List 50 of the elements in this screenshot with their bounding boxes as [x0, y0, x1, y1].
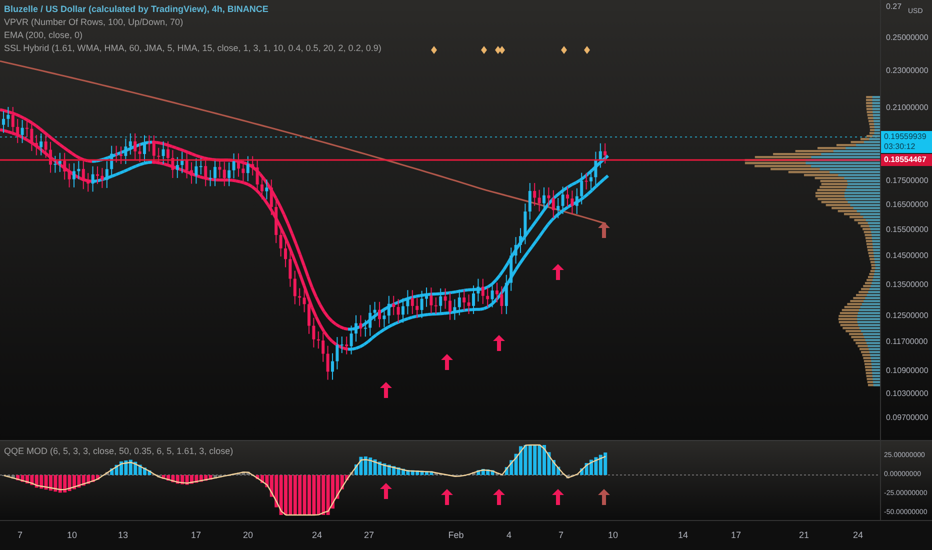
up-arrow-icon	[598, 222, 610, 238]
price-label: 0.13500000	[886, 280, 928, 290]
up-arrow-icon	[493, 335, 505, 351]
time-label: 10	[608, 530, 618, 541]
time-label: 13	[118, 530, 128, 541]
time-label: 7	[558, 530, 564, 541]
time-label: 24	[312, 530, 322, 541]
time-label: 21	[799, 530, 809, 541]
diamond-icon	[431, 46, 437, 54]
up-arrow-icon	[598, 489, 610, 505]
indicator-label: EMA (200, close, 0)	[4, 29, 84, 42]
time-label: Feb	[448, 530, 464, 541]
price-label: 0.14500000	[886, 251, 928, 262]
up-arrow-icon	[493, 489, 505, 505]
price-label: 0.16500000	[886, 200, 928, 210]
up-arrow-icon	[441, 489, 453, 505]
up-arrow-icon	[441, 354, 453, 370]
price-label: 0.23000000	[886, 66, 928, 76]
time-label: 24	[853, 530, 863, 541]
price-label: 0.15500000	[886, 224, 928, 235]
bar-countdown: 03:30:12	[884, 142, 916, 152]
price-label: 0.27	[886, 2, 902, 12]
time-label: 7	[18, 530, 22, 541]
up-arrow-icon	[552, 489, 564, 505]
price-line-tag: 0.18554467	[881, 154, 932, 166]
price-label: 0.10900000	[886, 366, 928, 376]
last-price-value: 0.19559939	[884, 132, 928, 142]
oscillator-title: QQE MOD (6, 5, 3, 3, close, 50, 0.35, 6, 5, 1.61, 3, close)	[4, 446, 234, 457]
time-label: 10	[67, 530, 77, 541]
symbol-title: Bluzelle / US Dollar (calculated by TradingView), 4h, BINANCE	[4, 3, 270, 16]
price-label: 0.25000000	[886, 33, 928, 43]
price-label: 0.11700000	[886, 337, 928, 348]
diamond-icon	[584, 46, 590, 54]
price-label: 0.12500000	[886, 310, 928, 321]
time-label: 4	[506, 530, 512, 541]
time-label: 27	[364, 530, 374, 541]
time-label: 17	[191, 530, 201, 541]
up-arrow-icon	[380, 483, 392, 499]
indicator-label: SSL Hybrid (1.61, WMA, HMA, 60, JMA, 5, HMA, 15, close, 1, 3, 1, 10, 0.4, 0.5, 20, 2, 0.2, 0.9)	[4, 42, 382, 55]
diamond-icon	[561, 46, 567, 54]
price-label: 0.21000000	[886, 102, 928, 113]
time-label: 20	[243, 530, 253, 541]
indicator-label: VPVR (Number Of Rows, 100, Up/Down, 70)	[4, 16, 184, 29]
time-label: 14	[678, 530, 688, 541]
price-label: 0.17500000	[886, 176, 928, 186]
up-arrow-icon	[552, 264, 564, 280]
price-label: 0.10300000	[886, 388, 928, 399]
up-arrow-icon	[380, 382, 392, 398]
time-label: 17	[731, 530, 741, 541]
price-label: 0.09700000	[886, 412, 928, 423]
